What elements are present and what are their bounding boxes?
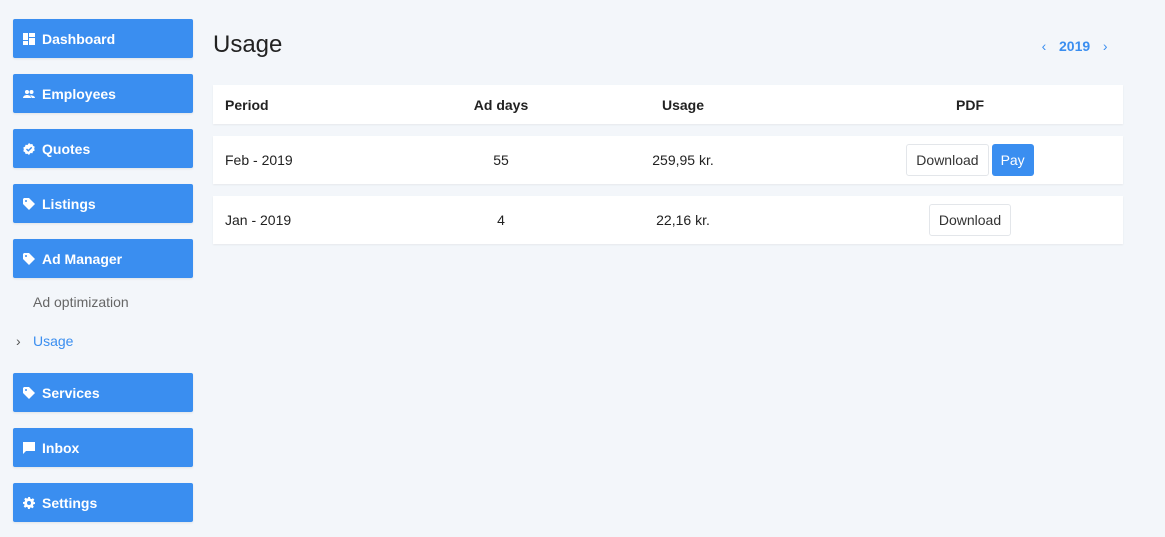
column-header-pdf: PDF bbox=[956, 96, 984, 113]
sidebar: Dashboard Employees Quotes Listings Ad M… bbox=[13, 19, 193, 522]
sidebar-item-services[interactable]: Services bbox=[13, 373, 193, 412]
sidebar-item-listings[interactable]: Listings bbox=[13, 184, 193, 223]
chevron-right-icon: › bbox=[16, 333, 21, 349]
pay-button[interactable]: Pay bbox=[991, 144, 1034, 176]
sidebar-item-label: Dashboard bbox=[42, 30, 116, 47]
cell-pdf: Download Pay bbox=[817, 144, 1123, 176]
cell-period: Feb - 2019 bbox=[225, 152, 293, 168]
cell-usage: 22,16 kr. bbox=[656, 212, 710, 228]
table-row: Jan - 2019 4 22,16 kr. Download bbox=[213, 196, 1123, 244]
chevron-left-icon[interactable]: ‹ bbox=[1038, 38, 1050, 54]
chevron-right-icon[interactable]: › bbox=[1099, 38, 1111, 54]
dashboard-icon bbox=[22, 32, 35, 45]
app: Dashboard Employees Quotes Listings Ad M… bbox=[0, 0, 1165, 537]
download-button[interactable]: Download bbox=[906, 144, 989, 176]
tag-icon bbox=[22, 252, 35, 265]
cell-ad-days: 4 bbox=[497, 212, 505, 228]
table-header: Period Ad days Usage PDF bbox=[213, 85, 1123, 124]
year-label[interactable]: 2019 bbox=[1050, 38, 1099, 54]
message-icon bbox=[22, 441, 35, 454]
people-icon bbox=[22, 87, 35, 100]
column-header-usage: Usage bbox=[661, 96, 705, 113]
usage-table: Period Ad days Usage PDF Feb - 2019 55 2… bbox=[213, 85, 1123, 256]
sidebar-item-ad-manager[interactable]: Ad Manager bbox=[13, 239, 193, 278]
download-button[interactable]: Download bbox=[928, 204, 1012, 236]
sidebar-item-settings[interactable]: Settings bbox=[13, 483, 193, 522]
sidebar-item-label: Services bbox=[42, 384, 100, 401]
sidebar-item-label: Settings bbox=[42, 494, 98, 511]
sidebar-item-quotes[interactable]: Quotes bbox=[13, 129, 193, 168]
sidebar-item-label: Ad Manager bbox=[42, 250, 123, 267]
sidebar-item-dashboard[interactable]: Dashboard bbox=[13, 19, 193, 58]
sidebar-item-employees[interactable]: Employees bbox=[13, 74, 193, 113]
tag-icon bbox=[22, 386, 35, 399]
column-header-ad-days: Ad days bbox=[473, 96, 529, 113]
cell-usage: 259,95 kr. bbox=[652, 152, 714, 168]
subitem-ad-optimization[interactable]: Ad optimization bbox=[13, 292, 193, 312]
cell-period: Jan - 2019 bbox=[225, 212, 292, 228]
check-badge-icon bbox=[22, 142, 35, 155]
page-title: Usage bbox=[213, 31, 283, 58]
table-row: Feb - 2019 55 259,95 kr. Download Pay bbox=[213, 136, 1123, 184]
sidebar-item-label: Quotes bbox=[42, 140, 91, 157]
cell-pdf: Download bbox=[817, 204, 1123, 236]
subitem-label: Ad optimization bbox=[33, 294, 129, 310]
sidebar-item-inbox[interactable]: Inbox bbox=[13, 428, 193, 467]
gear-icon bbox=[22, 496, 35, 509]
sidebar-item-label: Listings bbox=[42, 195, 96, 212]
year-pager: ‹ 2019 › bbox=[1038, 38, 1111, 54]
cell-ad-days: 55 bbox=[493, 152, 509, 168]
subitem-usage[interactable]: › Usage bbox=[13, 331, 193, 351]
column-header-period: Period bbox=[225, 96, 269, 113]
subitem-label: Usage bbox=[33, 333, 74, 349]
tag-icon bbox=[22, 197, 35, 210]
sidebar-item-label: Employees bbox=[42, 85, 116, 102]
sidebar-item-label: Inbox bbox=[42, 439, 80, 456]
